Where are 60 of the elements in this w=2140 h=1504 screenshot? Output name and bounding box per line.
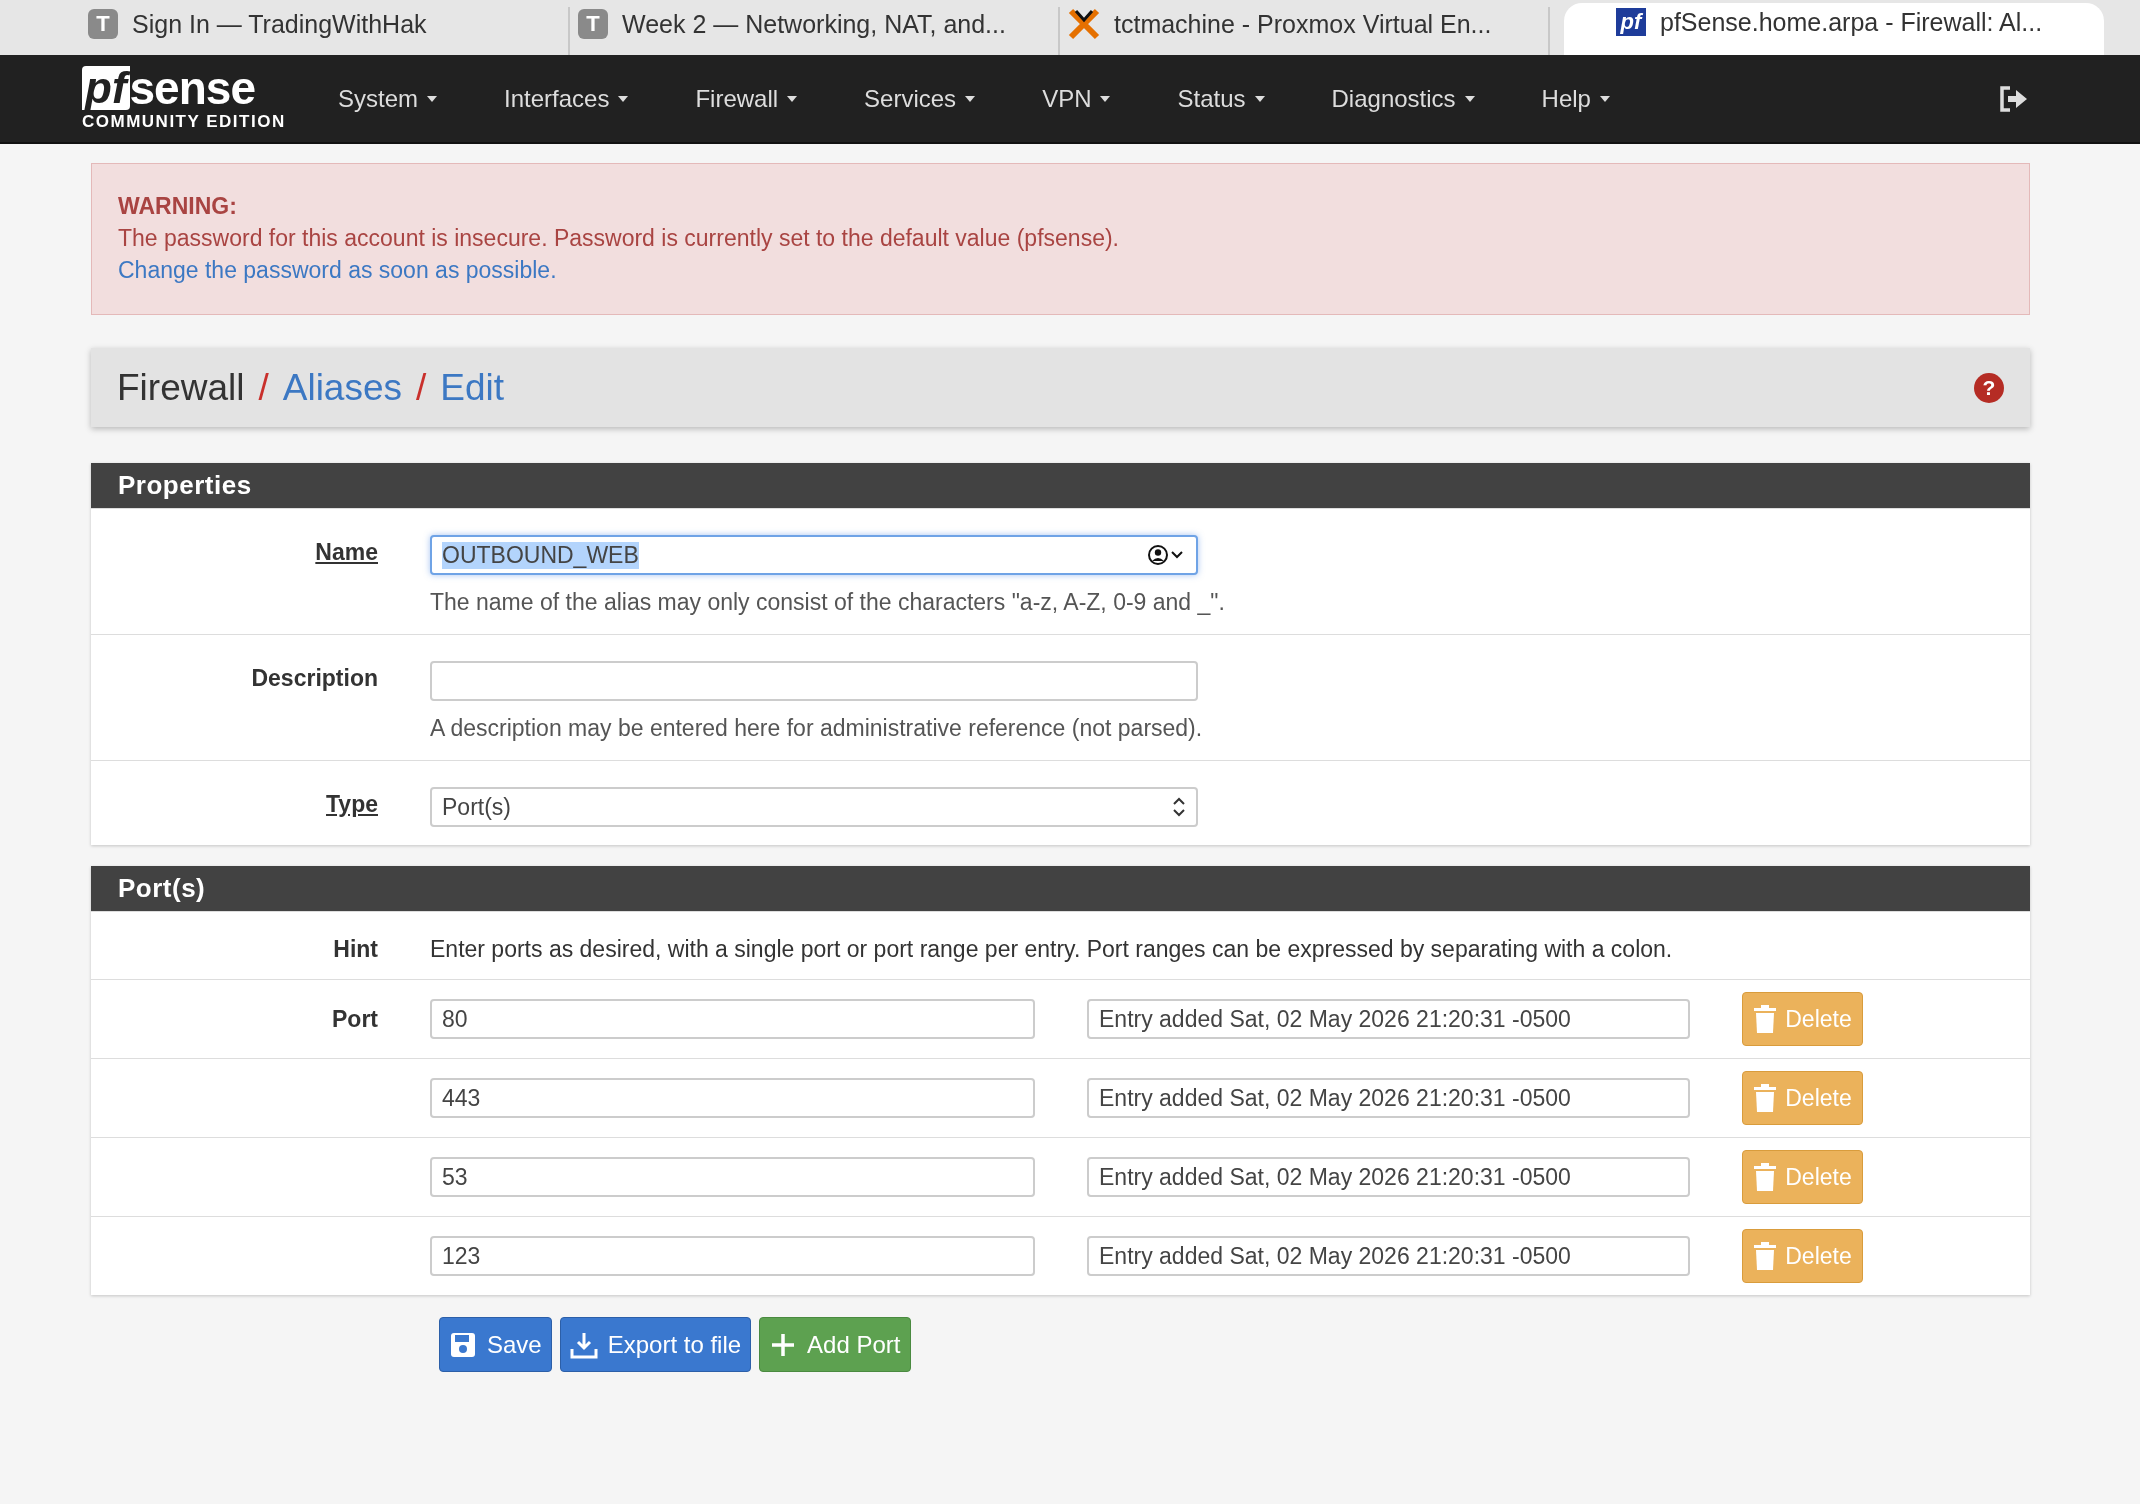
field-label: Description bbox=[250, 664, 378, 693]
favicon-icon: T bbox=[578, 9, 608, 39]
export-button[interactable]: Export to file bbox=[559, 1317, 752, 1372]
menu-item[interactable]: Diagnostics bbox=[1331, 84, 1476, 113]
download-icon bbox=[569, 1330, 598, 1359]
hint-text: Enter ports as desired, with a single port or port range per entry. Port ranges can be expressed by separating with a colon. bbox=[430, 936, 1673, 963]
caret-icon bbox=[964, 94, 977, 103]
help-icon[interactable]: ? bbox=[1974, 372, 2004, 403]
trash-icon bbox=[1753, 1163, 1778, 1191]
field-label[interactable]: Type bbox=[91, 787, 378, 827]
select-dropdown[interactable]: Port(s) bbox=[430, 787, 1198, 827]
breadcrumb-separator: / bbox=[416, 366, 427, 409]
trash-icon bbox=[1753, 1005, 1778, 1033]
breadcrumb-separator: / bbox=[258, 366, 269, 409]
help-text: The name of the alias may only consist of the characters "a-z, A-Z, 0-9 and _". bbox=[430, 589, 1225, 616]
description-input[interactable]: Entry added Sat, 02 May 2026 21:20:31 -0500 bbox=[1087, 1236, 1690, 1276]
field-label: Port bbox=[331, 1005, 378, 1033]
caret-icon bbox=[786, 94, 799, 103]
autofill-icon bbox=[1146, 543, 1186, 567]
menu-item[interactable]: Services bbox=[864, 84, 977, 113]
menu-item[interactable]: System bbox=[338, 84, 438, 113]
warning-title: WARNING: bbox=[118, 192, 238, 221]
caret-icon bbox=[1463, 94, 1476, 103]
favicon-icon: T bbox=[88, 9, 118, 39]
trash-icon bbox=[1753, 1084, 1778, 1112]
field-label: Hint bbox=[332, 936, 378, 963]
port-input[interactable]: 53 bbox=[430, 1157, 1035, 1197]
trash-icon bbox=[1753, 1242, 1778, 1270]
browser-tab[interactable]: pf pfSense.home.arpa - Firewall: Al... bbox=[1564, 3, 2104, 55]
caret-icon bbox=[617, 94, 630, 103]
field-label[interactable]: Name bbox=[91, 535, 378, 616]
description-input[interactable]: Entry added Sat, 02 May 2026 21:20:31 -0500 bbox=[1087, 999, 1690, 1039]
breadcrumb-text: Firewall bbox=[117, 366, 245, 409]
caret-icon bbox=[426, 94, 438, 103]
warning-message: The password for this account is insecure. Password is currently set to the default value (pfsense). bbox=[118, 224, 1120, 253]
breadcrumb-link[interactable]: Edit bbox=[440, 366, 505, 409]
port-input[interactable]: 443 bbox=[430, 1078, 1035, 1118]
port-input[interactable]: 123 bbox=[430, 1236, 1035, 1276]
logo[interactable]: pfsense COMMUNITY EDITION bbox=[82, 65, 312, 132]
caret-icon bbox=[1099, 94, 1112, 103]
description-input[interactable]: Entry added Sat, 02 May 2026 21:20:31 -0500 bbox=[1087, 1157, 1690, 1197]
favicon-icon: pf bbox=[1616, 8, 1646, 36]
panel-title: Properties bbox=[91, 463, 2030, 508]
input-field[interactable]: OUTBOUND_WEB bbox=[430, 535, 1198, 575]
input-field[interactable] bbox=[430, 661, 1198, 701]
description-input[interactable]: Entry added Sat, 02 May 2026 21:20:31 -0500 bbox=[1087, 1078, 1690, 1118]
chevron-updown-icon bbox=[1172, 796, 1186, 818]
menu-item[interactable]: Interfaces bbox=[504, 84, 630, 113]
panel-title: Port(s) bbox=[91, 866, 2030, 911]
menu-item[interactable]: Help bbox=[1541, 84, 1611, 113]
menu-item[interactable]: Status bbox=[1177, 84, 1266, 113]
breadcrumb-link[interactable]: Aliases bbox=[282, 366, 403, 409]
caret-icon bbox=[1598, 94, 1611, 103]
save-button[interactable]: Save bbox=[439, 1317, 552, 1372]
help-text: A description may be entered here for administrative reference (not parsed). bbox=[430, 715, 1203, 742]
menu-item[interactable]: VPN bbox=[1042, 84, 1112, 113]
x-favicon-icon bbox=[1068, 8, 1100, 40]
menu-item[interactable]: Firewall bbox=[695, 84, 799, 113]
caret-icon bbox=[1253, 94, 1266, 103]
port-input[interactable]: 80 bbox=[430, 999, 1035, 1039]
